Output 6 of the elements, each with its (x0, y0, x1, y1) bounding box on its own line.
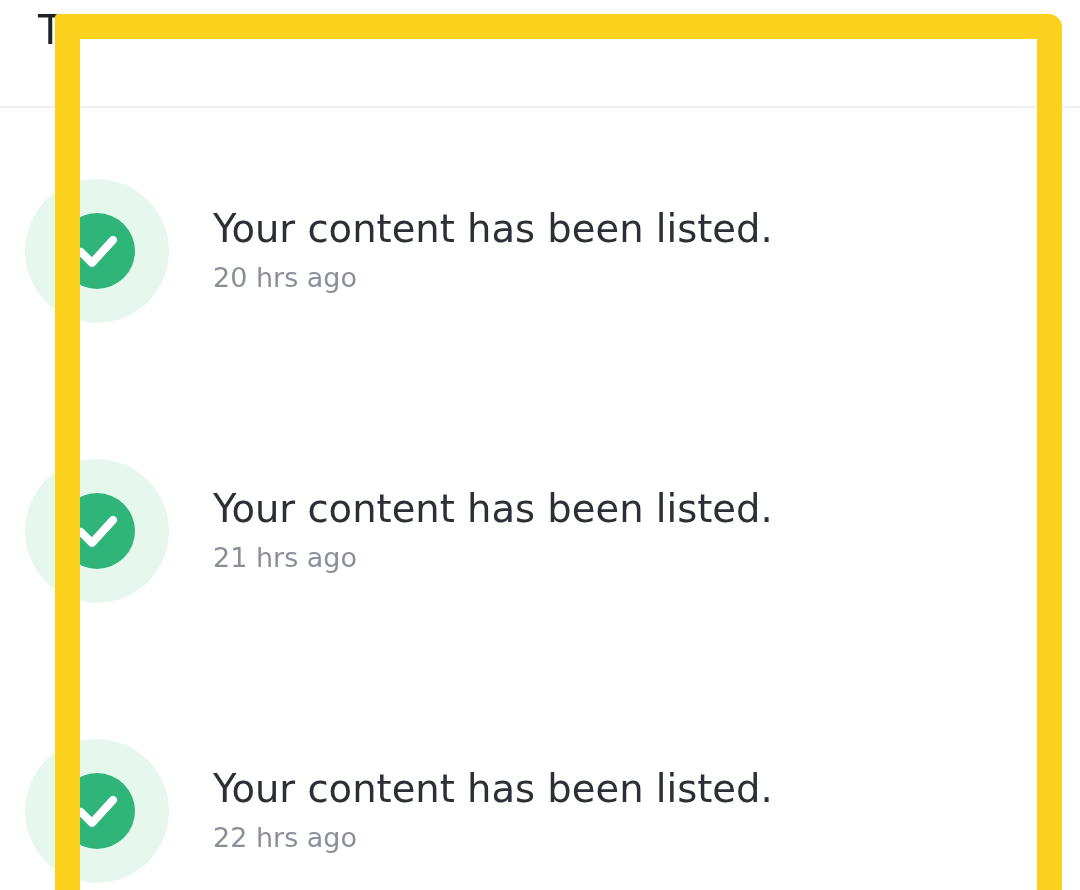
notification-title: Your content has been listed. (213, 765, 773, 813)
notification-time: 20 hrs ago (213, 261, 358, 295)
notification-time: 22 hrs ago (213, 821, 358, 855)
notification-time: 21 hrs ago (213, 541, 358, 575)
notification-title: Your content has been listed. (213, 485, 773, 533)
notification-title: Your content has been listed. (213, 205, 773, 253)
